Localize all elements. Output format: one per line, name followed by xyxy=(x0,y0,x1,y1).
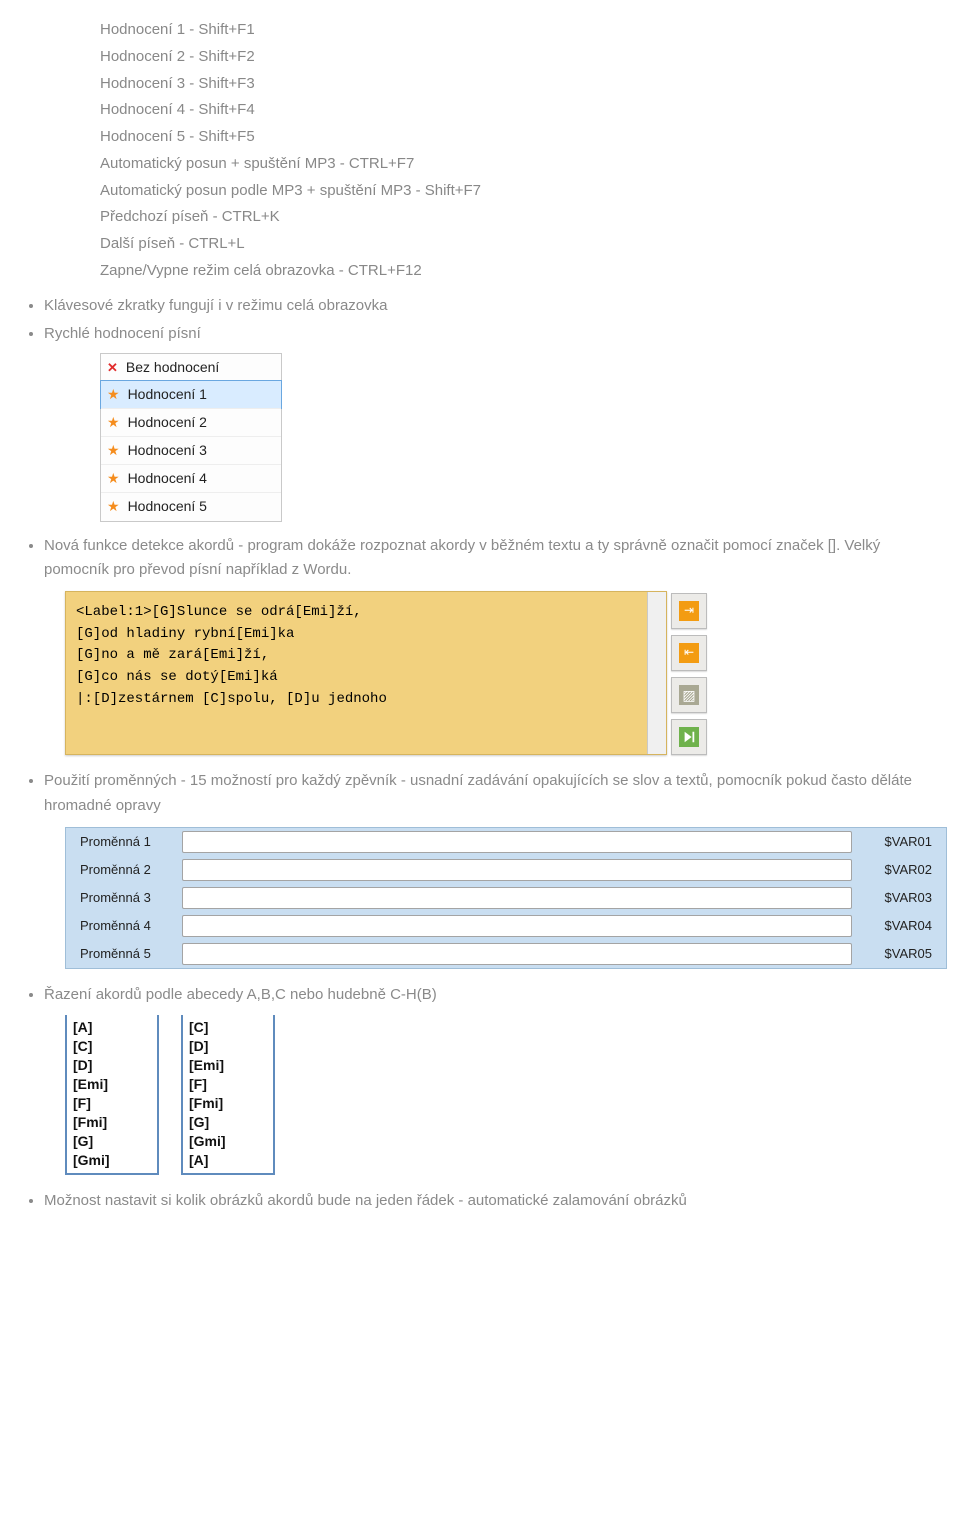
chord-item: [Fmi] xyxy=(189,1094,267,1113)
rating-item[interactable]: ★ Hodnocení 1 xyxy=(100,380,282,409)
chord-item: [F] xyxy=(73,1094,151,1113)
star-icon: ★ xyxy=(107,383,120,406)
rating-label: Bez hodnocení xyxy=(126,356,219,379)
variable-code: $VAR03 xyxy=(862,887,932,908)
rating-item[interactable]: ★ Hodnocení 2 xyxy=(101,408,281,436)
variable-label: Proměnná 1 xyxy=(80,831,172,852)
variable-code: $VAR05 xyxy=(862,943,932,964)
shortcut-line: Automatický posun podle MP3 + spuštění M… xyxy=(100,179,936,204)
lyrics-editor[interactable]: ⌃ <Label:1>[G]Slunce se odrá[Emi]ží,[G]o… xyxy=(65,591,667,755)
shortcut-line: Předchozí píseň - CTRL+K xyxy=(100,205,936,230)
tool-forward-icon[interactable]: ⇥ xyxy=(671,593,707,629)
chord-item: [G] xyxy=(189,1113,267,1132)
variable-row: Proměnná 3 $VAR03 xyxy=(66,884,946,912)
variable-input[interactable] xyxy=(182,887,852,909)
shortcut-line: Hodnocení 3 - Shift+F3 xyxy=(100,72,936,97)
variable-row: Proměnná 1 $VAR01 xyxy=(66,828,946,856)
editor-line: <Label:1>[G]Slunce se odrá[Emi]ží, xyxy=(76,602,656,624)
chord-item: [C] xyxy=(189,1018,267,1037)
variable-row: Proměnná 5 $VAR05 xyxy=(66,940,946,968)
rating-label: Hodnocení 5 xyxy=(128,495,207,518)
shortcut-line: Hodnocení 1 - Shift+F1 xyxy=(100,18,936,43)
star-icon: ★ xyxy=(107,439,120,462)
bullet-razeni: Řazení akordů podle abecedy A,B,C nebo h… xyxy=(44,983,936,1008)
tool-next-icon[interactable] xyxy=(671,719,707,755)
rating-label: Hodnocení 3 xyxy=(128,439,207,462)
variable-label: Proměnná 4 xyxy=(80,915,172,936)
rating-item[interactable]: ★ Hodnocení 5 xyxy=(101,492,281,520)
variable-label: Proměnná 2 xyxy=(80,859,172,880)
variable-input[interactable] xyxy=(182,831,852,853)
chord-item: [D] xyxy=(189,1037,267,1056)
variable-input[interactable] xyxy=(182,943,852,965)
bullet-promenne: Použití proměnných - 15 možností pro kaž… xyxy=(44,769,936,819)
editor-line: |:[D]zestárnem [C]spolu, [D]u jednoho xyxy=(76,689,656,711)
chord-item: [Fmi] xyxy=(73,1113,151,1132)
rating-label: Hodnocení 4 xyxy=(128,467,207,490)
bullet-detekce: Nová funkce detekce akordů - program dok… xyxy=(44,534,936,584)
shortcut-lines: Hodnocení 1 - Shift+F1Hodnocení 2 - Shif… xyxy=(100,18,936,284)
variable-code: $VAR02 xyxy=(862,859,932,880)
chord-item: [G] xyxy=(73,1132,151,1151)
chord-item: [Emi] xyxy=(189,1056,267,1075)
rating-label: Hodnocení 1 xyxy=(128,383,207,406)
shortcut-line: Další píseň - CTRL+L xyxy=(100,232,936,257)
variable-input[interactable] xyxy=(182,859,852,881)
editor-line: [G]no a mě zará[Emi]ží, xyxy=(76,645,656,667)
shortcut-line: Zapne/Vypne režim celá obrazovka - CTRL+… xyxy=(100,259,936,284)
chord-item: [D] xyxy=(73,1056,151,1075)
variable-label: Proměnná 5 xyxy=(80,943,172,964)
rating-label: Hodnocení 2 xyxy=(128,411,207,434)
bullet-zkratky: Klávesové zkratky fungují i v režimu cel… xyxy=(44,294,936,319)
chord-item: [A] xyxy=(189,1151,267,1170)
shortcut-line: Hodnocení 4 - Shift+F4 xyxy=(100,98,936,123)
rating-item[interactable]: ★ Hodnocení 4 xyxy=(101,464,281,492)
shortcut-line: Automatický posun + spuštění MP3 - CTRL+… xyxy=(100,152,936,177)
variable-code: $VAR04 xyxy=(862,915,932,936)
chord-list-left: [A][C][D][Emi][F][Fmi][G][Gmi] xyxy=(65,1015,159,1175)
editor-tools: ⇥ ⇤ ▨ xyxy=(671,591,707,755)
editor-line: [G]od hladiny rybní[Emi]ka xyxy=(76,624,656,646)
variable-row: Proměnná 2 $VAR02 xyxy=(66,856,946,884)
chord-item: [Gmi] xyxy=(189,1132,267,1151)
variable-input[interactable] xyxy=(182,915,852,937)
variable-row: Proměnná 4 $VAR04 xyxy=(66,912,946,940)
chord-item: [F] xyxy=(189,1075,267,1094)
variable-code: $VAR01 xyxy=(862,831,932,852)
editor-line: [G]co nás se dotý[Emi]ká xyxy=(76,667,656,689)
star-icon: ★ xyxy=(107,495,120,518)
chord-item: [Emi] xyxy=(73,1075,151,1094)
chord-item: [C] xyxy=(73,1037,151,1056)
shortcut-line: Hodnocení 5 - Shift+F5 xyxy=(100,125,936,150)
shortcut-line: Hodnocení 2 - Shift+F2 xyxy=(100,45,936,70)
variable-label: Proměnná 3 xyxy=(80,887,172,908)
scroll-up-arrow[interactable]: ⌃ xyxy=(656,594,663,611)
star-icon: ★ xyxy=(107,411,120,434)
x-icon: ✕ xyxy=(107,357,118,378)
star-icon: ★ xyxy=(107,467,120,490)
chord-list-right: [C][D][Emi][F][Fmi][G][Gmi][A] xyxy=(181,1015,275,1175)
rating-item[interactable]: ✕ Bez hodnocení xyxy=(101,354,281,381)
rating-dropdown[interactable]: ✕ Bez hodnocení ★ Hodnocení 1 ★ Hodnocení 2 ★ H… xyxy=(100,353,282,522)
bullet-rychle: Rychlé hodnocení písní xyxy=(44,322,936,347)
rating-item[interactable]: ★ Hodnocení 3 xyxy=(101,436,281,464)
tool-hatch-icon[interactable]: ▨ xyxy=(671,677,707,713)
tool-back-icon[interactable]: ⇤ xyxy=(671,635,707,671)
chord-item: [Gmi] xyxy=(73,1151,151,1170)
bullet-obrazky: Možnost nastavit si kolik obrázků akordů… xyxy=(44,1189,936,1214)
chord-item: [A] xyxy=(73,1018,151,1037)
variables-table: Proměnná 1$VAR01Proměnná 2$VAR02Proměnná… xyxy=(65,827,947,969)
